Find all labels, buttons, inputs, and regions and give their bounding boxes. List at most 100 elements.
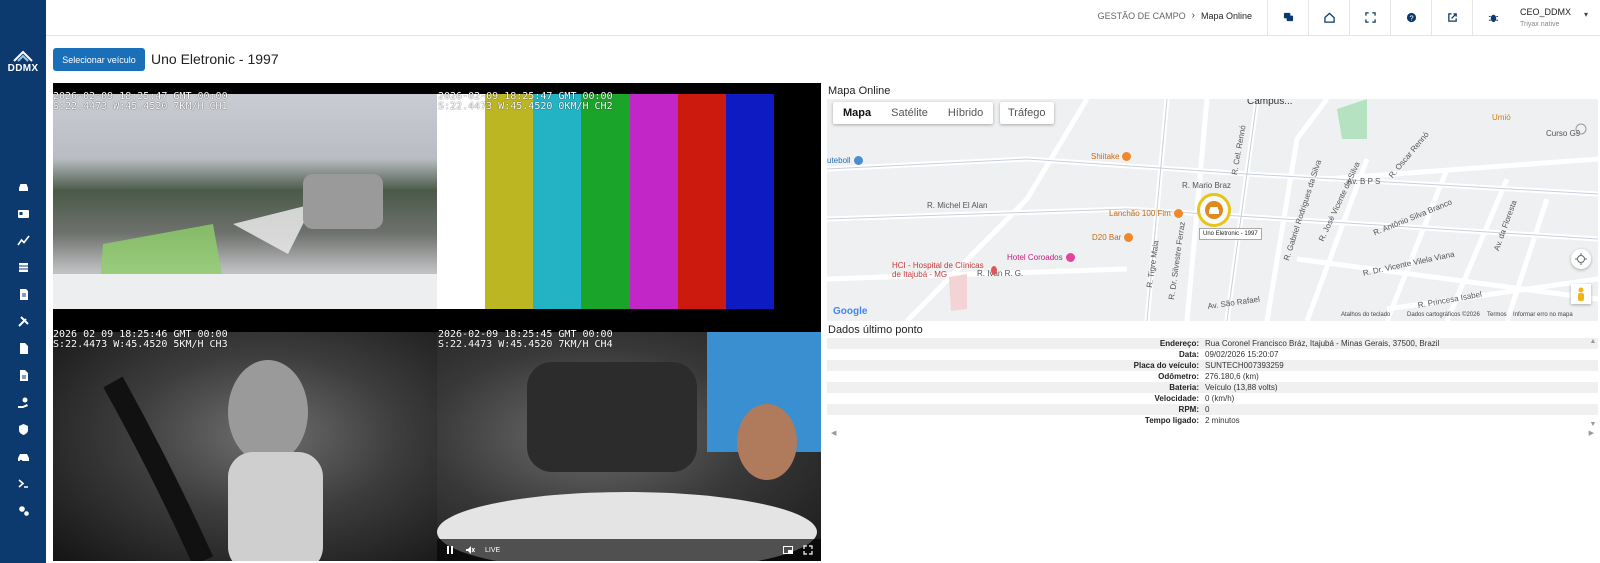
sidebar-item-car[interactable] <box>0 176 46 196</box>
camera-ch4-scene <box>437 332 821 561</box>
horizontal-scrollbar[interactable]: ◀ ▶ <box>827 428 1598 438</box>
chat-icon <box>1283 12 1293 22</box>
map-type-tab[interactable]: Mapa <box>833 102 881 124</box>
color-bar <box>581 94 630 309</box>
breadcrumb: GESTÃO DE CAMPO › Mapa Online <box>1098 10 1252 21</box>
sidebar-item-id-card[interactable] <box>0 203 46 223</box>
poi-lanchao[interactable]: Lanchão 100 Fim <box>1109 209 1183 218</box>
report-icon <box>19 288 28 300</box>
poi-uteboll[interactable]: uteboll <box>827 156 863 165</box>
breadcrumb-section[interactable]: GESTÃO DE CAMPO <box>1098 11 1186 21</box>
camera-ch4-overlay: 2026-02-09 18:25:45 GMT 00:00 S:22.4473 … <box>438 329 613 350</box>
data-row-value: 0 (km/h) <box>1205 394 1235 403</box>
data-row-value: Rua Coronel Francisco Bráz, Itajubá - Mi… <box>1205 339 1440 348</box>
traffic-toggle[interactable]: Tráfego <box>1000 102 1054 124</box>
poi-label: Lanchão 100 Fim <box>1109 209 1171 218</box>
map-type-tab[interactable]: Satélite <box>881 102 938 124</box>
sidebar-item-hand-money[interactable] <box>0 392 46 412</box>
sidebar-item-document[interactable] <box>0 365 46 385</box>
camera-ch2[interactable] <box>437 94 774 309</box>
sidebar-item-chart-line[interactable] <box>0 230 46 250</box>
map-data-attribution: Dados cartográficos ©2026 <box>1407 312 1480 318</box>
data-row-value: 2 minutos <box>1205 416 1240 425</box>
vertical-scrollbar[interactable]: ▲ ▼ <box>1588 338 1598 428</box>
hospital-icon <box>991 265 997 275</box>
scroll-right-icon[interactable]: ▶ <box>1589 429 1594 437</box>
scroll-down-icon[interactable]: ▼ <box>1590 421 1597 428</box>
camera-ch4[interactable] <box>437 332 821 561</box>
online-map[interactable]: Mapa Satélite Híbrido Tráfego Campus... Av… <box>827 99 1598 321</box>
fullscreen-map-icon[interactable] <box>1571 119 1591 139</box>
sidebar-item-settings[interactable] <box>0 500 46 520</box>
sidebar: DDMX <box>0 0 46 563</box>
sidebar-item-report[interactable] <box>0 284 46 304</box>
car-crash-icon <box>17 453 29 462</box>
mute-icon[interactable] <box>465 545 475 555</box>
data-row-label: Odômetro: <box>1158 372 1199 381</box>
data-row-label: Bateria: <box>1169 383 1199 392</box>
poi-label: uteboll <box>827 156 851 165</box>
pause-icon[interactable] <box>445 545 455 555</box>
chevron-down-icon: ▾ <box>1583 10 1588 19</box>
poi-label: HCI - Hospital de Clínicas de Itajubá - … <box>892 261 984 279</box>
poi-hci-hospital[interactable]: HCI - Hospital de Clínicas de Itajubá - … <box>892 261 997 279</box>
map-type-tab[interactable]: Híbrido <box>938 102 993 124</box>
user-org: Triyax native <box>1520 21 1560 28</box>
fullscreen-icon[interactable] <box>803 545 813 555</box>
map-shortcuts-link[interactable]: Atalhos do teclado <box>1341 312 1390 318</box>
bar-icon <box>1124 233 1134 242</box>
poi-hotel-coroados[interactable]: Hotel Coroados <box>1007 253 1075 262</box>
sports-icon <box>853 156 863 165</box>
camera-ch3[interactable] <box>53 332 437 561</box>
poi-d20-bar[interactable]: D20 Bar <box>1092 233 1134 242</box>
fullscreen-button[interactable] <box>1349 0 1390 35</box>
chat-button[interactable] <box>1267 0 1308 35</box>
select-vehicle-button[interactable]: Selecionar veículo <box>53 48 145 71</box>
chevron-right-icon: › <box>1191 10 1195 21</box>
map-type-selector: Mapa Satélite Híbrido <box>833 102 994 124</box>
video-grid: 2026-02-09 18:25:47 GMT 00:00 S:22.4473 … <box>53 83 821 561</box>
breadcrumb-page: Mapa Online <box>1200 10 1252 21</box>
camera-ch2-overlay: 2026-02-09 18:25:47 GMT 00:00 S:22.4473 … <box>438 91 613 112</box>
data-row-value: Veículo (13,88 volts) <box>1205 383 1278 392</box>
data-row: Placa do veículo: SUNTECH007393259 <box>827 360 1598 371</box>
camera-ch1[interactable] <box>53 94 437 309</box>
help-icon: ? <box>1406 12 1416 22</box>
home-button[interactable] <box>1308 0 1349 35</box>
scroll-up-icon[interactable]: ▲ <box>1590 338 1597 345</box>
poi-shiitake[interactable]: Shiitake <box>1091 152 1132 161</box>
data-row-value: 0 <box>1205 405 1210 414</box>
locate-icon[interactable] <box>1571 249 1591 269</box>
picture-in-picture-icon[interactable] <box>783 545 793 555</box>
map-report-error-link[interactable]: Informar erro no mapa <box>1513 312 1573 318</box>
sidebar-item-tools[interactable] <box>0 311 46 331</box>
color-bar <box>629 94 678 309</box>
data-row-label: Data: <box>1178 350 1199 359</box>
sidebar-item-table[interactable] <box>0 257 46 277</box>
data-row: Bateria: Veículo (13,88 volts) <box>827 382 1598 393</box>
color-bar <box>677 94 726 309</box>
external-link-button[interactable] <box>1431 0 1472 35</box>
logo[interactable]: DDMX <box>0 50 46 74</box>
sidebar-item-terminal[interactable] <box>0 473 46 493</box>
document-icon <box>19 369 28 381</box>
sidebar-item-shield[interactable] <box>0 419 46 439</box>
logo-text: DDMX <box>7 63 39 74</box>
sidebar-item-file[interactable] <box>0 338 46 358</box>
vehicle-title: Uno Eletronic - 1997 <box>151 51 279 67</box>
data-row: Endereço: Rua Coronel Francisco Bráz, Ita… <box>827 338 1598 349</box>
camera-ch1-scene <box>53 174 437 309</box>
map-terms-link[interactable]: Termos <box>1487 312 1507 318</box>
shield-icon <box>18 423 28 435</box>
user-menu[interactable]: CEO_DDMX Triyax native ▾ <box>1520 7 1588 28</box>
help-button[interactable]: ? <box>1390 0 1431 35</box>
restaurant-icon <box>1173 209 1183 218</box>
bug-button[interactable] <box>1472 0 1513 35</box>
sidebar-item-car-crash[interactable] <box>0 446 46 466</box>
map-title: Mapa Online <box>828 85 891 97</box>
street-view-icon[interactable] <box>1571 284 1591 304</box>
vehicle-marker[interactable] <box>1197 193 1231 227</box>
vehicle-marker-label: Uno Eletronic - 1997 <box>1199 228 1262 240</box>
scroll-left-icon[interactable]: ◀ <box>831 429 836 437</box>
poi-label: Shiitake <box>1091 152 1120 161</box>
